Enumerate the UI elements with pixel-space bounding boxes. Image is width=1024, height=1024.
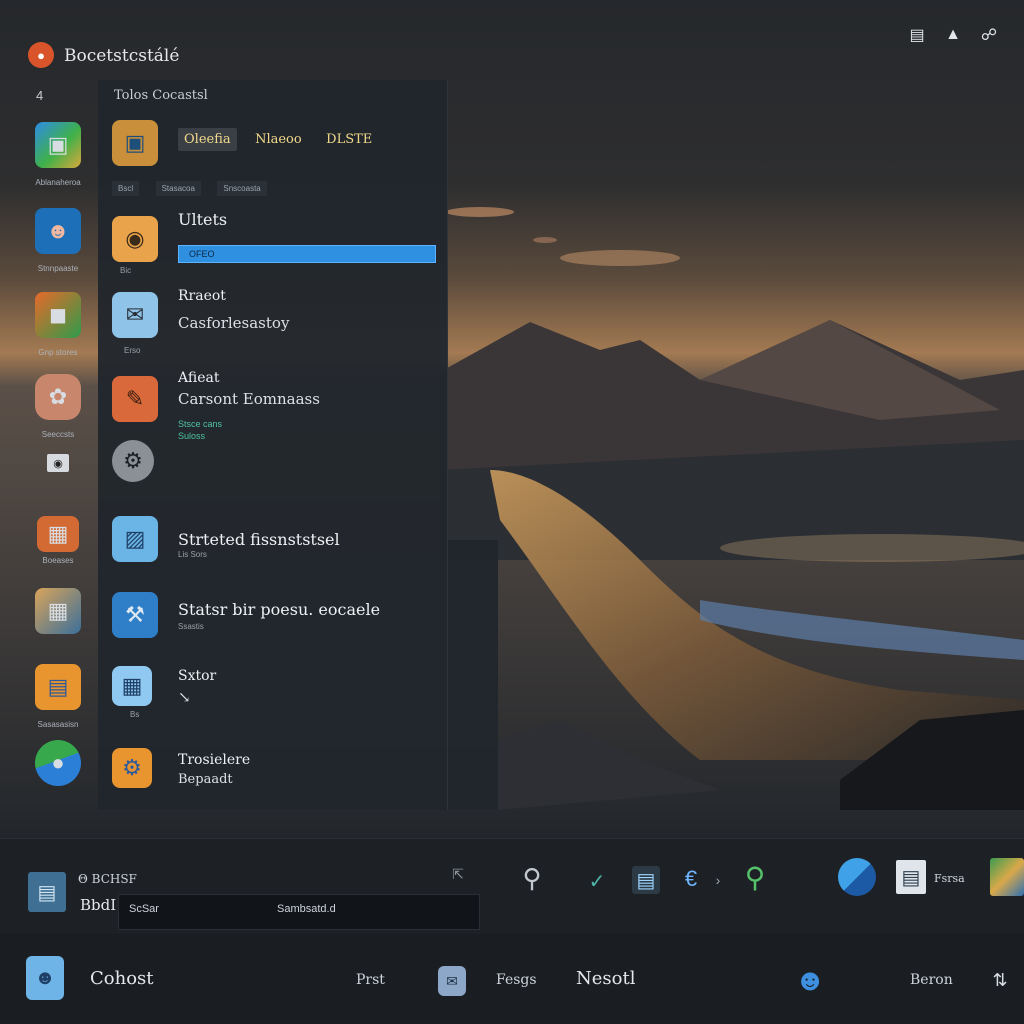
strip-item-store[interactable]: ▦ Boeases <box>26 516 90 565</box>
taskbar-item-1[interactable]: Prst <box>356 972 385 988</box>
menu-item-title: Sxtor <box>178 668 217 684</box>
chip-filter-1[interactable]: Oleefia <box>178 128 237 151</box>
taskbar-app-label[interactable]: Θ BCHSF <box>78 872 137 886</box>
store-app-icon: ▦ <box>37 516 79 552</box>
check-icon[interactable]: ✓ <box>582 866 612 896</box>
pin-icon[interactable]: ⇱ <box>448 864 468 884</box>
taskbar-item-4[interactable]: Beron <box>910 972 953 988</box>
document-icon[interactable]: ▤ <box>896 860 926 894</box>
menu-item-sub: Bic <box>120 266 132 275</box>
tray-label: Fsrsa <box>934 872 965 885</box>
mail-icon[interactable] <box>838 858 876 896</box>
menu-item-sub: Lis Sors <box>178 550 207 559</box>
menu-item-desc: Bepaadt <box>178 772 233 787</box>
menu-item-desc: Casforlesastoy <box>178 314 290 332</box>
sync-icon[interactable]: ⇅ <box>986 966 1014 994</box>
pinned-app-icon[interactable]: ▤ <box>28 872 66 912</box>
start-menu-panel: Tolos Cocastsl ▣ Oleefia Nlaeoo DLSTE Bs… <box>98 80 448 810</box>
strip-item-maps[interactable]: ▣ Ablanaheroa <box>26 122 90 187</box>
menu-item-sub: Ssastis <box>178 622 204 631</box>
note-icon[interactable]: ▤ <box>632 866 660 894</box>
folder-icon: ▨ <box>112 516 158 562</box>
start-button-icon[interactable]: ☻ <box>26 956 64 1000</box>
taskbar-item-3[interactable]: Nesotl <box>576 968 635 989</box>
app-logo-icon[interactable]: ● <box>28 42 54 68</box>
browser-icon[interactable]: € <box>676 864 706 894</box>
search-placeholder: ScSar <box>129 903 159 915</box>
menu-item-title: Afieat <box>178 370 220 386</box>
person-icon[interactable]: ☻ <box>792 962 828 1000</box>
menu-item-about[interactable]: ✎ Afieat Carsont Eomnaass Stsce cans Sul… <box>112 370 442 486</box>
camera-app-icon: ◉ <box>47 454 69 472</box>
menu-item-recent[interactable]: ✉ Rraeot Casforlesastoy Erso <box>112 288 442 362</box>
start-menu-extension <box>448 540 498 810</box>
menu-item-featured[interactable]: ▣ Oleefia Nlaeoo DLSTE Bscl Stasacoa Sns… <box>112 120 442 200</box>
strip-item-gallery[interactable]: ✿ Seeccsts <box>26 374 90 439</box>
chat-icon: ✉ <box>112 292 158 338</box>
speech-icon[interactable]: ⚲ <box>514 860 550 896</box>
tag-1[interactable]: Bscl <box>112 181 140 196</box>
tag-2[interactable]: Stasacoa <box>155 181 201 196</box>
start-label[interactable]: Cohost <box>90 968 154 989</box>
tools-icon: ⚒ <box>112 592 158 638</box>
window-title: Bocetstcstálé <box>64 46 180 66</box>
strip-item-profile[interactable]: ☻ Stnnpaaste <box>26 208 90 273</box>
strip-item-photos[interactable]: ◼ Gnp stores <box>26 292 90 357</box>
chip-filter-3[interactable]: DLSTE <box>320 128 378 151</box>
strip-item-map-folder[interactable]: ▦ <box>26 588 90 634</box>
camera-icon: ◉ <box>112 216 158 262</box>
menu-item-title: Strteted fissnststsel <box>178 530 340 549</box>
menu-item-title: Rraeot <box>178 288 226 304</box>
system-tray: ▤ ▲ ☍ <box>906 24 1000 46</box>
notes-icon: ✎ <box>112 376 158 422</box>
package-icon: ▣ <box>112 120 158 166</box>
update-progress-bar: OFEO <box>178 245 436 263</box>
menu-item-title: Trosielere <box>178 752 251 768</box>
storage-icon: ▦ <box>112 666 152 706</box>
taskbar-search-input[interactable]: ScSar Sambsatd.d <box>118 894 480 930</box>
strip-item-files[interactable]: ▤ Sasasasisn <box>26 664 90 729</box>
chip-filter-2[interactable]: Nlaeoo <box>249 128 308 151</box>
menu-item-title: Statsr bir poesu. eocaele <box>178 600 381 619</box>
map-folder-icon: ▦ <box>35 588 81 634</box>
strip-item-earth[interactable]: ● <box>26 740 90 786</box>
search-icon[interactable]: ⚲ <box>734 856 776 898</box>
photos-app-icon: ◼ <box>35 292 81 338</box>
strip-top-label: 4 <box>36 88 44 103</box>
gallery-app-icon: ✿ <box>35 374 81 420</box>
menu-item-sub: Erso <box>124 346 141 355</box>
search-hint: Sambsatd.d <box>277 903 336 915</box>
chevron-icon[interactable]: › <box>712 870 724 890</box>
profile-app-icon: ☻ <box>35 208 81 254</box>
pinned-apps-strip: 4 ▣ Ablanaheroa ☻ Stnnpaaste ◼ Gnp store… <box>0 80 100 810</box>
menu-header: Tolos Cocastsl <box>114 88 208 103</box>
menu-item-tools[interactable]: ⚙ Trosielere Bepaadt <box>112 748 442 798</box>
menu-item-title: Ultets <box>178 210 228 229</box>
menu-item-sub: Bs <box>130 710 140 719</box>
tag-3[interactable]: Snscoasta <box>217 181 267 196</box>
taskbar-app-sub: BbdI <box>80 896 117 914</box>
menu-item-started[interactable]: ▨ Strteted fissnststsel Lis Sors <box>112 516 442 576</box>
menu-item-sector[interactable]: ▦ Sxtor ↘ Bs <box>112 666 442 726</box>
link-icon[interactable]: ☍ <box>978 24 1000 46</box>
maps-taskbar-icon[interactable] <box>990 858 1024 896</box>
earth-app-icon: ● <box>35 740 81 786</box>
menu-item-desc: Carsont Eomnaass <box>178 390 320 408</box>
chat-taskbar-icon[interactable]: ✉ <box>438 966 466 996</box>
menu-item-desc: ↘ <box>178 688 191 706</box>
strip-item-camera[interactable]: ◉ <box>26 454 90 472</box>
maps-app-icon: ▣ <box>35 122 81 168</box>
network-icon[interactable]: ▤ <box>906 24 928 46</box>
settings-gear-icon[interactable]: ⚙ <box>112 440 154 482</box>
toolbox-icon: ⚙ <box>112 748 152 788</box>
menu-item-status[interactable]: ⚒ Statsr bir poesu. eocaele Ssastis <box>112 592 442 652</box>
files-app-icon: ▤ <box>35 664 81 710</box>
menu-item-note: Stsce cans Suloss <box>178 419 223 441</box>
taskbar-item-2[interactable]: Fesgs <box>496 972 537 988</box>
volume-icon[interactable]: ▲ <box>942 24 964 46</box>
